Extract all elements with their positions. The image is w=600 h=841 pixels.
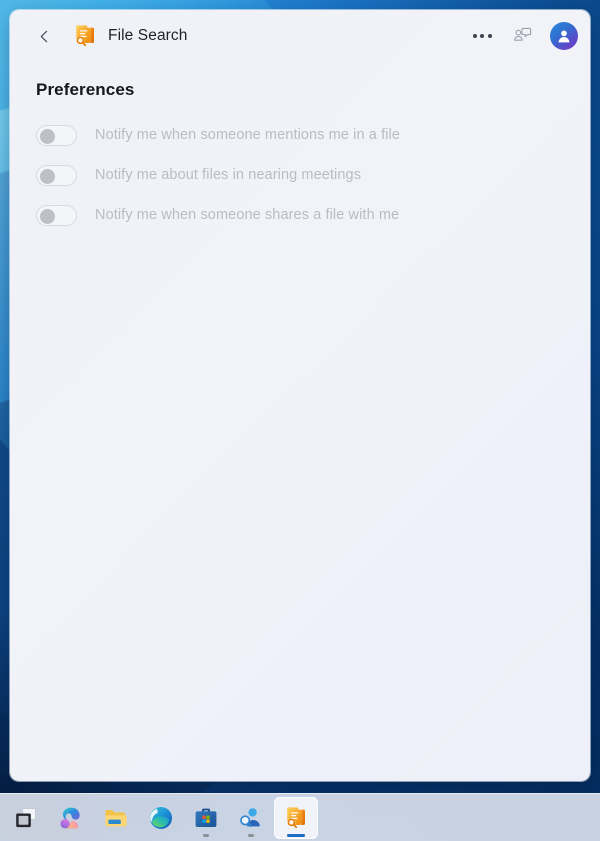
taskbar-item-file-search[interactable] [274,796,318,839]
file-explorer-icon [105,809,127,826]
taskbar-item-microsoft-store[interactable] [184,797,228,839]
window-titlebar: File Search [10,10,590,62]
windows-taskbar [0,793,600,841]
account-avatar[interactable] [550,22,578,50]
taskbar-item-edge[interactable] [139,797,183,839]
preference-row: Notify me when someone mentions me in a … [36,122,564,148]
preference-row: Notify me about files in nearing meeting… [36,162,564,188]
page-title: Preferences [36,80,135,99]
active-indicator [287,833,305,837]
more-horizontal-icon [472,34,492,38]
titlebar-left-group: File Search [28,20,188,52]
more-options-button[interactable] [466,20,498,52]
taskbar-item-task-view[interactable] [4,797,48,839]
toggle-knob [40,128,55,144]
preferences-page: Preferences Notify me when someone menti… [10,62,590,781]
running-indicator [248,833,254,837]
people-search-icon [240,807,260,827]
file-search-window: File Search Preferences Notify me when s… [10,10,590,781]
file-search-app-icon [72,23,98,49]
preference-label: Notify me when someone shares a file wit… [95,207,400,223]
edge-icon [150,806,172,829]
taskbar-item-people-search[interactable] [229,797,273,839]
desktop: File Search Preferences Notify me when s… [0,0,600,841]
file-search-icon [287,806,305,828]
toggle-notify-mentions[interactable] [36,124,77,146]
toggle-knob [40,168,55,184]
copilot-icon [60,807,80,828]
taskbar-item-file-explorer[interactable] [94,797,138,839]
back-button[interactable] [28,20,60,52]
avatar-icon [558,30,570,43]
microsoft-store-icon [195,808,217,827]
toggle-knob [40,208,55,224]
task-view-icon [16,807,36,827]
file-search-app-icon-svg [76,25,94,47]
preference-label: Notify me when someone mentions me in a … [95,127,401,143]
titlebar-right-group [466,20,578,52]
running-indicator [203,833,209,837]
feedback-button[interactable] [506,20,538,52]
taskbar-item-copilot[interactable] [49,797,93,839]
window-title: File Search [108,27,188,44]
chevron-left-icon [40,30,47,42]
toggle-notify-nearing-meetings[interactable] [36,164,77,186]
toggle-notify-file-shared[interactable] [36,204,77,226]
preferences-list: Notify me when someone mentions me in a … [36,122,564,228]
person-feedback-icon [514,27,532,41]
preference-row: Notify me when someone shares a file wit… [36,202,564,228]
preference-label: Notify me about files in nearing meeting… [95,167,362,183]
